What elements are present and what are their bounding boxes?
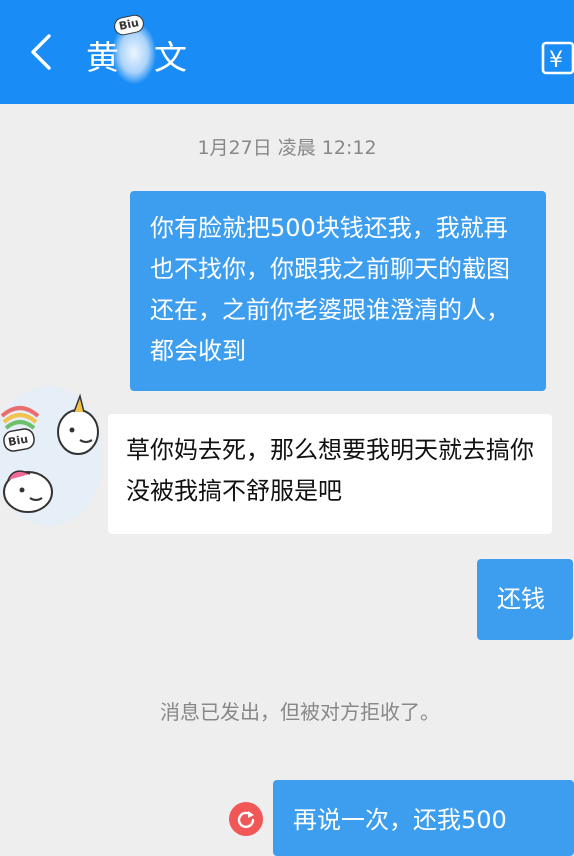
message-bubble-outgoing[interactable]: 还钱 — [477, 559, 573, 640]
transfer-symbol: ¥ — [549, 48, 563, 73]
message-bubble-outgoing[interactable]: 你有脸就把500块钱还我，我就再也不找你，你跟我之前聊天的截图还在，之前你老婆跟… — [130, 191, 546, 391]
unicorn-sticker-icon: Biu — [0, 386, 104, 526]
back-button[interactable] — [20, 30, 64, 74]
chat-header: 黄 Biu 文 ¥ — [0, 0, 574, 104]
contact-avatar[interactable]: Biu — [0, 376, 104, 526]
contact-name-char-2: 文 — [154, 38, 187, 77]
resend-button[interactable] — [229, 802, 263, 836]
refresh-icon — [237, 811, 255, 829]
chevron-left-icon — [31, 34, 51, 70]
message-bubble-outgoing[interactable]: 再说一次，还我500 — [273, 780, 574, 856]
transfer-icon: ¥ — [541, 41, 574, 75]
message-timestamp: 1月27日 凌晨 12:12 — [197, 137, 377, 159]
message-bubble-incoming[interactable]: 草你妈去死，那么想要我明天就去搞你没被我搞不舒服是吧 — [108, 414, 552, 534]
transfer-button[interactable]: ¥ — [540, 40, 574, 76]
rejection-notice: 消息已发出，但被对方拒收了。 — [160, 700, 440, 724]
